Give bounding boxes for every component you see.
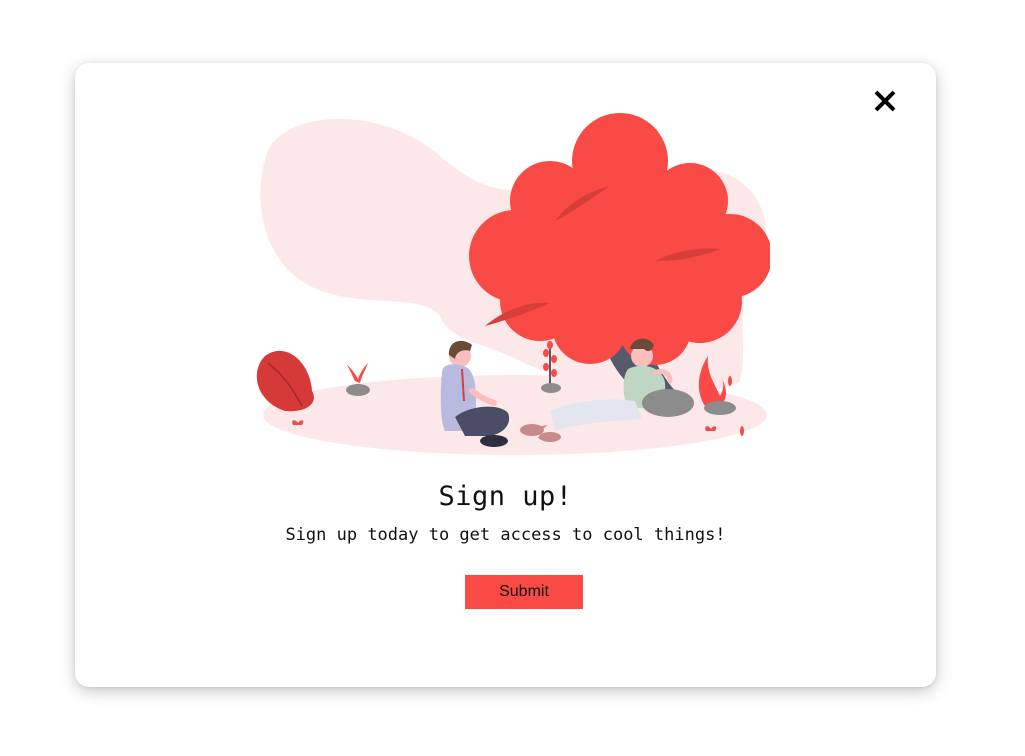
ground bbox=[263, 375, 767, 455]
close-icon bbox=[874, 90, 896, 112]
rock-left bbox=[346, 384, 370, 396]
rock-right bbox=[704, 401, 736, 415]
signup-illustration bbox=[256, 113, 770, 455]
close-button[interactable] bbox=[869, 85, 901, 117]
signup-modal: Sign up! Sign up today to get access to … bbox=[75, 63, 936, 687]
left-bush bbox=[256, 350, 314, 412]
modal-subtitle: Sign up today to get access to cool thin… bbox=[285, 525, 726, 545]
tree-canopy bbox=[469, 113, 770, 365]
modal-title: Sign up! bbox=[438, 481, 573, 512]
submit-button[interactable]: Submit bbox=[465, 575, 583, 609]
